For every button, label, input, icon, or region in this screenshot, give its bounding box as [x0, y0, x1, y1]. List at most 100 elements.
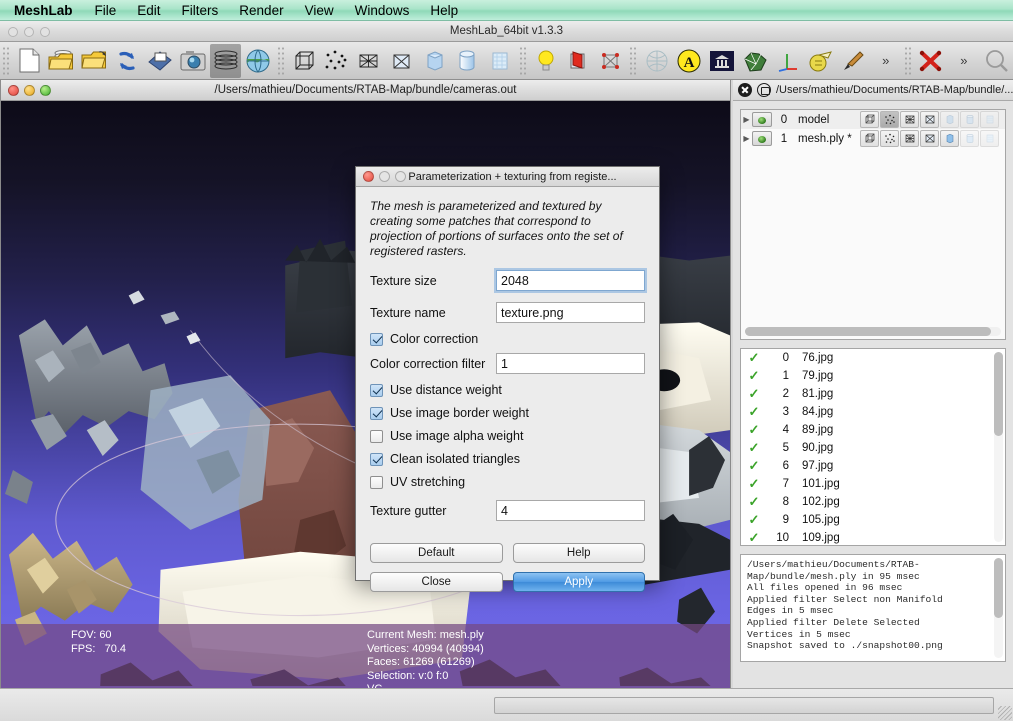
use-image-alpha-weight-checkbox[interactable] [370, 429, 383, 443]
toolbar-grip-2[interactable] [276, 45, 286, 76]
color-correction-checkbox[interactable] [370, 332, 383, 346]
raster-row[interactable]: ✓ 8 102.jpg [741, 493, 1005, 511]
open-project-icon[interactable] [46, 44, 77, 78]
texture-name-input[interactable]: texture.png [496, 302, 645, 323]
layer-row-model[interactable]: ▶ 0 model [741, 110, 1005, 129]
use-image-border-weight-row[interactable]: Use image border weight [370, 406, 645, 420]
raster-row[interactable]: ✓ 6 97.jpg [741, 457, 1005, 475]
status-text-field[interactable] [494, 697, 994, 714]
overflow-chevron-2[interactable]: » [949, 44, 980, 78]
anisotropy-icon[interactable]: A [674, 44, 705, 78]
close-button[interactable]: Close [370, 572, 503, 592]
raster-globe-icon[interactable] [243, 44, 274, 78]
menu-item-edit[interactable]: Edit [137, 3, 160, 18]
uv-stretching-checkbox[interactable] [370, 475, 383, 489]
use-image-alpha-weight-row[interactable]: Use image alpha weight [370, 429, 645, 443]
raster-row[interactable]: ✓ 9 105.jpg [741, 511, 1005, 529]
raster-row[interactable]: ✓ 2 81.jpg [741, 385, 1005, 403]
texture-shading-icon[interactable] [485, 44, 516, 78]
double-side-lighting-icon[interactable] [563, 44, 594, 78]
wireframe-icon[interactable] [354, 44, 385, 78]
resize-grip[interactable] [998, 706, 1012, 720]
apply-button[interactable]: Apply [512, 572, 645, 592]
dialog-close-button[interactable] [363, 171, 374, 182]
raster-check-icon[interactable]: ✓ [741, 350, 767, 366]
layer-visibility-eye-icon[interactable] [752, 112, 772, 127]
delete-selection-icon[interactable] [916, 44, 947, 78]
zoom-magnifier-icon[interactable] [981, 44, 1012, 78]
layer-smooth-icon[interactable] [960, 111, 979, 128]
layer-flat-icon-2[interactable] [940, 130, 959, 147]
layer-texture-icon-2[interactable] [980, 130, 999, 147]
layer-wireframe-icon-2[interactable] [900, 130, 919, 147]
mesh-render-icon[interactable] [739, 44, 770, 78]
layer-row-mesh[interactable]: ▶ 1 mesh.ply * [741, 129, 1005, 148]
layer-flat-icon[interactable] [940, 111, 959, 128]
layer-points-icon-2[interactable] [880, 130, 899, 147]
layers-icon[interactable] [210, 43, 241, 78]
layer-bbox-icon-2[interactable] [860, 130, 879, 147]
document-close-button[interactable] [8, 85, 19, 96]
raster-check-icon[interactable]: ✓ [741, 386, 767, 402]
raster-check-icon[interactable]: ✓ [741, 422, 767, 438]
minimize-button-dim[interactable] [24, 27, 34, 37]
uv-stretching-row[interactable]: UV stretching [370, 475, 645, 489]
toolbar-grip-3[interactable] [518, 45, 528, 76]
toolbar-grip-4[interactable] [629, 45, 639, 76]
expand-triangle-icon-2[interactable]: ▶ [741, 134, 752, 143]
close-button-dim[interactable] [8, 27, 18, 37]
default-button[interactable]: Default [370, 543, 503, 563]
snapshot-camera-icon[interactable] [177, 44, 208, 78]
bounding-box-icon[interactable] [288, 44, 319, 78]
layer-points-icon[interactable] [880, 111, 899, 128]
layer-list[interactable]: ▶ 0 model ▶ 1 mesh.ply * [740, 109, 1006, 340]
museum-background-icon[interactable] [707, 44, 738, 78]
flat-shading-icon[interactable] [419, 44, 450, 78]
dock-float-icon[interactable] [757, 83, 771, 97]
layer-hidden-lines-icon-2[interactable] [920, 130, 939, 147]
raster-check-icon[interactable]: ✓ [741, 368, 767, 384]
raster-check-icon[interactable]: ✓ [741, 440, 767, 456]
help-button[interactable]: Help [512, 543, 645, 563]
raster-row[interactable]: ✓ 7 101.jpg [741, 475, 1005, 493]
expand-triangle-icon[interactable]: ▶ [741, 115, 752, 124]
new-document-icon[interactable] [14, 44, 45, 78]
measure-tool-icon[interactable] [805, 44, 836, 78]
smooth-shading-icon[interactable] [452, 44, 483, 78]
toolbar-grip-5[interactable] [904, 45, 913, 76]
color-correction-filter-input[interactable]: 1 [496, 353, 645, 374]
raster-row[interactable]: ✓ 10 109.jpg [741, 529, 1005, 545]
menu-item-filters[interactable]: Filters [182, 3, 219, 18]
zoom-button-dim[interactable] [40, 27, 50, 37]
layer-list-horizontal-scrollbar[interactable] [745, 327, 1001, 336]
layer-hidden-lines-icon[interactable] [920, 111, 939, 128]
layer-texture-icon[interactable] [980, 111, 999, 128]
points-icon[interactable] [321, 44, 352, 78]
menu-item-help[interactable]: Help [430, 3, 458, 18]
raster-check-icon[interactable]: ✓ [741, 494, 767, 510]
sphere-mapping-icon[interactable] [641, 44, 672, 78]
layer-visibility-eye-icon-2[interactable] [752, 131, 772, 146]
dialog-minimize-button[interactable] [379, 171, 390, 182]
reload-icon[interactable] [112, 44, 143, 78]
raster-check-icon[interactable]: ✓ [741, 476, 767, 492]
raster-check-icon[interactable]: ✓ [741, 530, 767, 545]
save-mesh-icon[interactable] [145, 44, 176, 78]
layer-wireframe-icon[interactable] [900, 111, 919, 128]
document-zoom-button[interactable] [40, 85, 51, 96]
dialog-zoom-button[interactable] [395, 171, 406, 182]
menu-item-windows[interactable]: Windows [355, 3, 410, 18]
texture-size-input[interactable]: 2048 [496, 270, 645, 291]
color-correction-row[interactable]: Color correction [370, 332, 645, 346]
document-minimize-button[interactable] [24, 85, 35, 96]
open-mesh-icon[interactable] [79, 44, 110, 78]
use-distance-weight-checkbox[interactable] [370, 383, 383, 397]
raster-row[interactable]: ✓ 3 84.jpg [741, 403, 1005, 421]
raster-check-icon[interactable]: ✓ [741, 512, 767, 528]
raster-list-scrollbar[interactable] [994, 352, 1003, 542]
raster-row[interactable]: ✓ 0 76.jpg [741, 349, 1005, 367]
hidden-lines-icon[interactable] [387, 44, 418, 78]
raster-check-icon[interactable]: ✓ [741, 404, 767, 420]
menu-item-file[interactable]: File [95, 3, 117, 18]
clean-isolated-triangles-row[interactable]: Clean isolated triangles [370, 452, 645, 466]
